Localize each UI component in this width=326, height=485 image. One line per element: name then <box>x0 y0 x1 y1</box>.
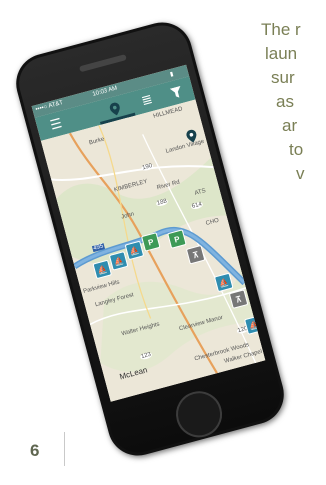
phone-body: ••••○ AT&T 10:03 AM ▮ ☰ ≣ HILLMEAD Lando… <box>9 15 291 463</box>
battery-icon: ▮ <box>169 71 175 79</box>
map-view[interactable]: HILLMEAD Landon Village KIMBERLEY River … <box>40 99 266 402</box>
phone-illustration: ••••○ AT&T 10:03 AM ▮ ☰ ≣ HILLMEAD Lando… <box>0 0 326 485</box>
phone-screen: ••••○ AT&T 10:03 AM ▮ ☰ ≣ HILLMEAD Lando… <box>31 64 266 402</box>
